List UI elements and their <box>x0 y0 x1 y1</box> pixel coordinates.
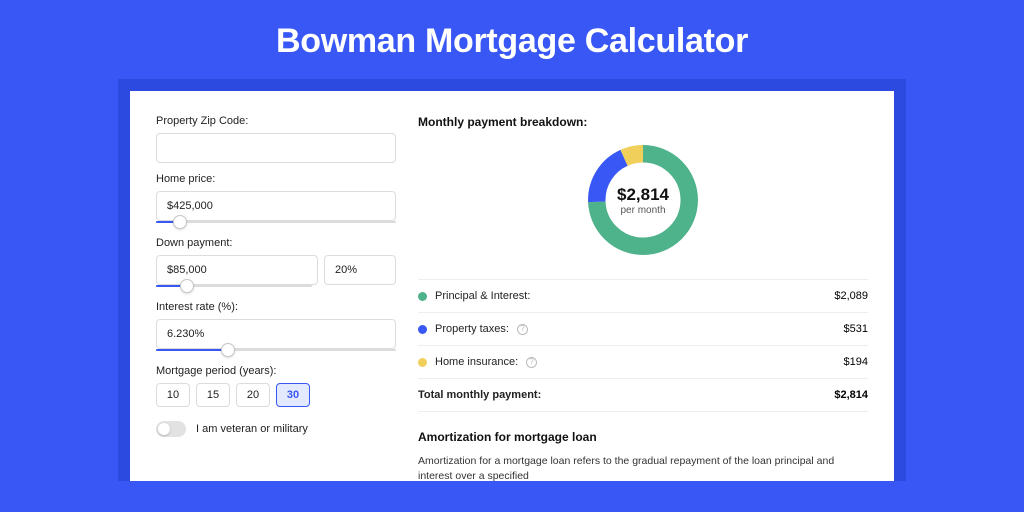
zip-input[interactable] <box>156 133 396 163</box>
legend-row-principal_interest: Principal & Interest: $2,089 <box>418 280 868 313</box>
down-payment-percent-input[interactable] <box>324 255 396 285</box>
donut-chart: $2,814 per month <box>582 139 704 261</box>
field-interest-rate-label: Interest rate (%): <box>156 301 396 313</box>
mortgage-period-option-15[interactable]: 15 <box>196 383 230 407</box>
mortgage-period-option-20[interactable]: 20 <box>236 383 270 407</box>
mortgage-period-options: 10152030 <box>156 383 396 407</box>
legend-row-property_taxes: Property taxes:? $531 <box>418 313 868 346</box>
breakdown-title: Monthly payment breakdown: <box>418 115 868 129</box>
legend-label-total: Total monthly payment: <box>418 389 541 401</box>
amortization-body: Amortization for a mortgage loan refers … <box>418 454 868 483</box>
legend-dot-principal_interest <box>418 292 427 301</box>
legend-value-total: $2,814 <box>834 389 868 401</box>
legend-label-principal_interest: Principal & Interest: <box>435 290 530 302</box>
home-price-slider-thumb[interactable] <box>173 215 187 229</box>
info-icon[interactable]: ? <box>517 324 528 335</box>
breakdown-column: Monthly payment breakdown: $2,814 per mo… <box>418 115 868 481</box>
legend-value-home_insurance: $194 <box>844 356 868 368</box>
interest-rate-slider-fill <box>156 349 228 351</box>
info-icon[interactable]: ? <box>526 357 537 368</box>
legend-dot-home_insurance <box>418 358 427 367</box>
legend-label-home_insurance: Home insurance: <box>435 356 518 368</box>
down-payment-slider[interactable] <box>156 285 312 287</box>
field-zip-block: Property Zip Code: <box>156 115 396 163</box>
veteran-row: I am veteran or military <box>156 421 396 437</box>
field-zip-label: Property Zip Code: <box>156 115 396 127</box>
breakdown-legend: Principal & Interest: $2,089 Property taxe… <box>418 279 868 412</box>
amortization-section: Amortization for mortgage loan Amortizat… <box>418 430 868 483</box>
legend-row-home_insurance: Home insurance:? $194 <box>418 346 868 379</box>
interest-rate-slider-thumb[interactable] <box>221 343 235 357</box>
interest-rate-input[interactable] <box>156 319 396 349</box>
legend-value-principal_interest: $2,089 <box>834 290 868 302</box>
legend-label-property_taxes: Property taxes: <box>435 323 509 335</box>
home-price-input[interactable] <box>156 191 396 221</box>
field-home-price-block: Home price: <box>156 173 396 223</box>
panel-backdrop: Property Zip Code: Home price: Down paym… <box>118 79 906 481</box>
field-home-price-label: Home price: <box>156 173 396 185</box>
interest-rate-slider[interactable] <box>156 349 396 351</box>
donut-center: $2,814 per month <box>582 139 704 261</box>
inputs-column: Property Zip Code: Home price: Down paym… <box>156 115 396 481</box>
field-down-payment-block: Down payment: <box>156 237 396 287</box>
field-mortgage-period-label: Mortgage period (years): <box>156 365 396 377</box>
field-interest-rate-block: Interest rate (%): <box>156 301 396 351</box>
mortgage-period-option-30[interactable]: 30 <box>276 383 310 407</box>
legend-row-total: Total monthly payment: $2,814 <box>418 379 868 412</box>
donut-chart-wrap: $2,814 per month <box>418 139 868 261</box>
mortgage-period-option-10[interactable]: 10 <box>156 383 190 407</box>
legend-dot-property_taxes <box>418 325 427 334</box>
calculator-panel: Property Zip Code: Home price: Down paym… <box>130 91 894 481</box>
donut-center-sub: per month <box>620 205 665 216</box>
home-price-slider[interactable] <box>156 221 396 223</box>
page-title: Bowman Mortgage Calculator <box>0 0 1024 79</box>
field-down-payment-label: Down payment: <box>156 237 396 249</box>
donut-center-amount: $2,814 <box>617 185 669 205</box>
legend-value-property_taxes: $531 <box>844 323 868 335</box>
veteran-toggle[interactable] <box>156 421 186 437</box>
veteran-label: I am veteran or military <box>196 423 308 435</box>
down-payment-amount-input[interactable] <box>156 255 318 285</box>
down-payment-slider-thumb[interactable] <box>180 279 194 293</box>
amortization-title: Amortization for mortgage loan <box>418 430 868 444</box>
